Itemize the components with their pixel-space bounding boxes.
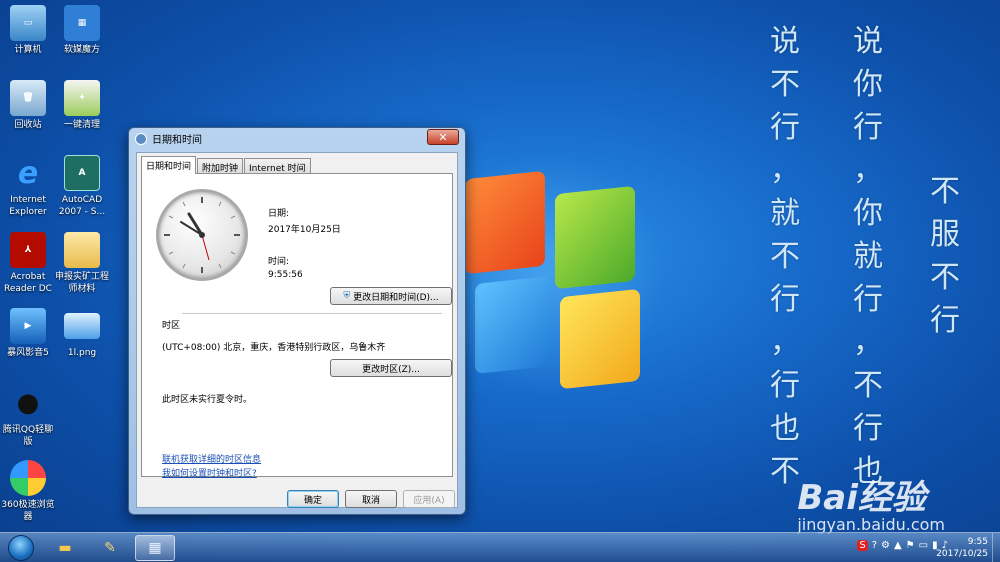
- date-value: 2017年10月25日: [268, 225, 341, 235]
- tray-arrow-icon[interactable]: ▲: [894, 540, 902, 551]
- taskbar: ▬ ✎ ▦ S ? ⚙ ▲ ⚑ ▭ ▮ ♪ 9:55 2017/10/25: [0, 532, 1000, 562]
- timezone-separator: [182, 313, 442, 314]
- change-timezone-button[interactable]: 更改时区(Z)...: [330, 359, 452, 377]
- dst-note: 此时区未实行夏令时。: [162, 395, 253, 405]
- change-date-time-button[interactable]: ⛨ 更改日期和时间(D)...: [330, 287, 452, 305]
- taskbar-date-time[interactable]: ▦: [135, 535, 175, 561]
- desktop-icon-cleanup[interactable]: ✦ 一键清理: [54, 80, 110, 131]
- baidu-jingyan-watermark: Bai经验 jingyan.baidu.com: [797, 478, 945, 534]
- cancel-button[interactable]: 取消: [345, 490, 397, 508]
- desktop-icon-autocad[interactable]: A AutoCAD 2007 - S...: [54, 155, 110, 218]
- tab-date-time[interactable]: 日期和时间: [141, 156, 197, 174]
- desktop-icon-qq[interactable]: ● 腾讯QQ轻聊版: [0, 385, 56, 448]
- timezone-header: 时区: [162, 321, 181, 331]
- time-value: 9:55:56: [268, 270, 303, 280]
- system-tray: S ? ⚙ ▲ ⚑ ▭ ▮ ♪: [857, 540, 948, 551]
- close-button[interactable]: ✕: [427, 129, 459, 145]
- dialog-title: 日期和时间: [152, 135, 202, 146]
- settings-icon[interactable]: ⚙: [881, 540, 890, 551]
- flag-icon[interactable]: ⚑: [906, 540, 915, 551]
- tab-additional-clocks[interactable]: 附加时钟: [197, 158, 244, 174]
- dialog-client-area: 日期和时间 附加时钟 Internet 时间 日期: 2017年10月25日 时…: [136, 152, 458, 508]
- dialog-titlebar[interactable]: 日期和时间: [129, 128, 465, 149]
- date-time-dialog: 日期和时间 ✕ 日期和时间 附加时钟 Internet 时间 日期: 2017年…: [128, 127, 466, 515]
- desktop-icon-recycle-bin[interactable]: 🗑 回收站: [0, 80, 56, 131]
- help-icon[interactable]: ?: [872, 540, 877, 551]
- clock-date: 2017/10/25: [936, 549, 988, 559]
- paint-icon: ✎: [104, 540, 116, 556]
- windows-logo-wallpaper: [415, 145, 675, 405]
- shield-icon: ⛨: [343, 291, 351, 301]
- desktop-icon-png[interactable]: 1l.png: [54, 308, 110, 359]
- close-icon: ✕: [438, 130, 448, 144]
- windows-orb-icon: [8, 535, 34, 561]
- tab-strip: 日期和时间 附加时钟 Internet 时间: [141, 156, 312, 174]
- calligraphy-column-1: 说不行，就不行，行也不: [770, 24, 800, 489]
- folder-icon: [64, 232, 100, 268]
- recycle-bin-icon: 🗑: [10, 80, 46, 116]
- desktop-icon-folder[interactable]: 申报实矿工程师材料: [54, 232, 110, 295]
- 360-browser-icon: [10, 460, 46, 496]
- clock-time: 9:55: [967, 537, 988, 547]
- taskbar-explorer[interactable]: ▬: [45, 535, 85, 561]
- date-label: 日期:: [268, 209, 290, 219]
- clock-icon: [135, 132, 147, 145]
- desktop-icon-acrobat[interactable]: ⅄ Acrobat Reader DC: [0, 232, 56, 295]
- video-player-icon: ▶: [10, 308, 46, 344]
- show-desktop-button[interactable]: [992, 533, 1000, 562]
- acrobat-icon: ⅄: [10, 232, 46, 268]
- tab-panel: 日期: 2017年10月25日 时间: 9:55:56 ⛨ 更改日期和时间(D)…: [141, 173, 453, 479]
- calligraphy-column-2: 说你行，你就行，不行也: [853, 24, 883, 489]
- timezone-value: (UTC+08:00) 北京，重庆，香港特别行政区，乌鲁木齐: [162, 343, 386, 353]
- desktop-icon-computer[interactable]: ▭ 计算机: [0, 5, 56, 56]
- tab-internet-time[interactable]: Internet 时间: [244, 158, 311, 174]
- how-to-set-clock-link[interactable]: 我如何设置时钟和时区?: [162, 466, 257, 479]
- sogou-ime-icon[interactable]: S: [857, 540, 868, 551]
- cube-app-icon: ▦: [64, 5, 100, 41]
- desktop-icon-ie[interactable]: e Internet Explorer: [0, 155, 56, 218]
- taskbar-clock[interactable]: 9:55 2017/10/25: [936, 536, 988, 560]
- calligraphy-column-3: 不服不行: [930, 174, 960, 338]
- folder-icon: ▬: [58, 540, 72, 556]
- monitor-icon[interactable]: ▭: [919, 540, 928, 551]
- apply-button[interactable]: 应用(A): [403, 490, 455, 508]
- image-file-icon: [64, 313, 100, 339]
- start-button[interactable]: [3, 533, 39, 562]
- broom-icon: ✦: [64, 80, 100, 116]
- desktop-icon-baofeng[interactable]: ▶ 暴风影音5: [0, 308, 56, 359]
- time-label: 时间:: [268, 257, 290, 267]
- qq-penguin-icon: ●: [16, 388, 40, 418]
- ok-button[interactable]: 确定: [287, 490, 339, 508]
- internet-explorer-icon: e: [17, 155, 39, 191]
- timezone-info-link[interactable]: 联机获取详细的时区信息: [162, 452, 261, 465]
- taskbar-paint[interactable]: ✎: [90, 535, 130, 561]
- computer-icon: ▭: [10, 5, 46, 41]
- desktop-icon-ruanmei[interactable]: ▦ 软媒魔方: [54, 5, 110, 56]
- calendar-clock-icon: ▦: [148, 540, 162, 556]
- desktop-icon-360[interactable]: 360极速浏览器: [0, 460, 56, 523]
- autocad-icon: A: [64, 155, 100, 191]
- analog-clock: [156, 189, 248, 281]
